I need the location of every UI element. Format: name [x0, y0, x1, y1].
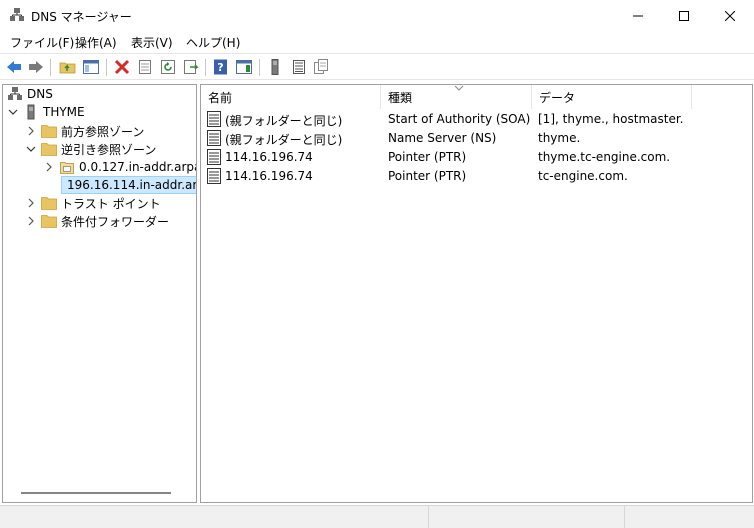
tree-item-conditional-forwarders[interactable]: 条件付フォワーダー — [25, 212, 169, 230]
svg-text:?: ? — [217, 61, 223, 74]
show-hide-console-tree-icon[interactable] — [82, 58, 100, 76]
minimize-icon — [633, 15, 643, 16]
toolbar-separator — [205, 59, 206, 76]
table-row[interactable]: 114.16.196.74 Pointer (PTR) tc-engine.co… — [201, 167, 721, 186]
tree-label: 前方参照ゾーン — [61, 124, 145, 139]
menu-file[interactable]: ファイル(F) — [10, 34, 74, 51]
chevron-down-icon[interactable] — [25, 143, 37, 155]
cell-data: [1], thyme., hostmaster. — [538, 112, 684, 126]
server-icon[interactable] — [266, 58, 284, 76]
record-icon — [207, 111, 221, 127]
cell-name: (親フォルダーと同じ) — [225, 114, 343, 128]
maximize-button[interactable] — [661, 0, 707, 31]
record-list-icon[interactable] — [290, 58, 308, 76]
folder-icon — [41, 143, 57, 156]
dns-icon — [8, 87, 22, 100]
status-bar — [0, 505, 754, 528]
column-header-label: 種類 — [388, 90, 413, 105]
zone-icon — [60, 162, 74, 174]
cell-name: 114.16.196.74 — [225, 169, 313, 183]
minimize-button[interactable] — [615, 0, 661, 31]
forward-icon[interactable] — [27, 58, 45, 76]
sort-ascending-icon — [454, 85, 464, 91]
tree-item-zone-127[interactable]: 0.0.127.in-addr.arpa — [43, 158, 197, 176]
record-icon — [207, 168, 221, 184]
tree-label: DNS — [27, 87, 53, 101]
table-row[interactable]: 114.16.196.74 Pointer (PTR) thyme.tc-eng… — [201, 148, 721, 167]
folder-icon — [41, 125, 57, 138]
folder-icon — [41, 215, 57, 228]
close-icon — [725, 10, 735, 21]
help-icon[interactable]: ? — [212, 58, 230, 76]
tree-label: 条件付フォワーダー — [61, 214, 170, 229]
properties-icon[interactable] — [136, 58, 154, 76]
tree-label: トラスト ポイント — [61, 196, 161, 211]
tree-item-server[interactable]: THYME — [7, 103, 85, 121]
console-tree[interactable]: DNS THYME 前方参照ゾーン 逆引き参照ゾーン 0.0.127.in-ad… — [2, 84, 197, 503]
menu-help[interactable]: ヘルプ(H) — [186, 34, 240, 51]
cell-data: tc-engine.com. — [538, 169, 628, 183]
chevron-right-icon[interactable] — [25, 125, 37, 137]
cell-data: thyme. — [538, 131, 581, 145]
tree-label: 0.0.127.in-addr.arpa — [79, 160, 197, 174]
record-icon — [207, 130, 221, 146]
server-icon — [27, 104, 35, 120]
toolbar-separator — [106, 59, 107, 76]
cell-type: Name Server (NS) — [388, 131, 497, 145]
status-segment — [428, 506, 624, 528]
toolbar-separator — [259, 59, 260, 76]
tree-item-reverse-zones[interactable]: 逆引き参照ゾーン — [25, 140, 156, 158]
record-icon — [207, 149, 221, 165]
menu-action[interactable]: 操作(A) — [75, 34, 117, 51]
delete-icon[interactable] — [113, 58, 131, 76]
title-bar: DNS マネージャー — [0, 0, 754, 31]
cell-data: thyme.tc-engine.com. — [538, 150, 671, 164]
chevron-right-icon[interactable] — [25, 197, 37, 209]
chevron-down-icon[interactable] — [7, 106, 19, 118]
horizontal-scrollbar[interactable] — [21, 492, 171, 494]
up-folder-icon[interactable] — [59, 58, 77, 76]
show-action-pane-icon[interactable] — [235, 58, 253, 76]
table-row[interactable]: (親フォルダーと同じ) Name Server (NS) thyme. — [201, 129, 721, 148]
window-title: DNS マネージャー — [31, 10, 132, 24]
cell-type: Pointer (PTR) — [388, 150, 467, 164]
toolbar: ? — [0, 53, 754, 80]
table-row[interactable]: (親フォルダーと同じ) Start of Authority (SOA) [1]… — [201, 110, 721, 129]
folder-icon — [41, 197, 57, 210]
tree-item-forward-zones[interactable]: 前方参照ゾーン — [25, 122, 144, 140]
column-header-name[interactable]: 名前 — [201, 85, 381, 109]
results-list[interactable]: 名前 種類 データ (親フォルダーと同じ) Start of Authority… — [200, 84, 753, 503]
cell-type: Pointer (PTR) — [388, 169, 467, 183]
refresh-icon[interactable] — [159, 58, 177, 76]
tree-item-dns[interactable]: DNS — [7, 85, 53, 103]
dns-app-icon — [10, 8, 24, 21]
tree-label: THYME — [43, 105, 85, 119]
maximize-icon — [679, 10, 689, 21]
cell-name: (親フォルダーと同じ) — [225, 133, 343, 147]
copy-icon[interactable] — [312, 58, 330, 76]
export-list-icon[interactable] — [182, 58, 200, 76]
cell-name: 114.16.196.74 — [225, 150, 313, 164]
tree-item-trust-points[interactable]: トラスト ポイント — [25, 194, 161, 212]
chevron-right-icon[interactable] — [25, 215, 37, 227]
column-header-label: 名前 — [208, 90, 233, 105]
tree-label: 逆引き参照ゾーン — [61, 142, 157, 157]
cell-type: Start of Authority (SOA) — [388, 112, 531, 126]
column-header-data[interactable]: データ — [532, 85, 692, 109]
tree-label: 196.16.114.in-addr.arpa — [67, 178, 197, 192]
menu-view[interactable]: 表示(V) — [131, 34, 173, 51]
column-header-label: データ — [539, 90, 576, 105]
toolbar-separator — [50, 59, 51, 76]
chevron-right-icon[interactable] — [43, 161, 55, 173]
tree-item-zone-196[interactable]: 196.16.114.in-addr.arpa — [61, 176, 197, 194]
menu-bar: ファイル(F) 操作(A) 表示(V) ヘルプ(H) — [0, 31, 754, 53]
close-button[interactable] — [707, 0, 753, 31]
back-icon[interactable] — [5, 58, 23, 76]
status-segment — [624, 506, 754, 528]
